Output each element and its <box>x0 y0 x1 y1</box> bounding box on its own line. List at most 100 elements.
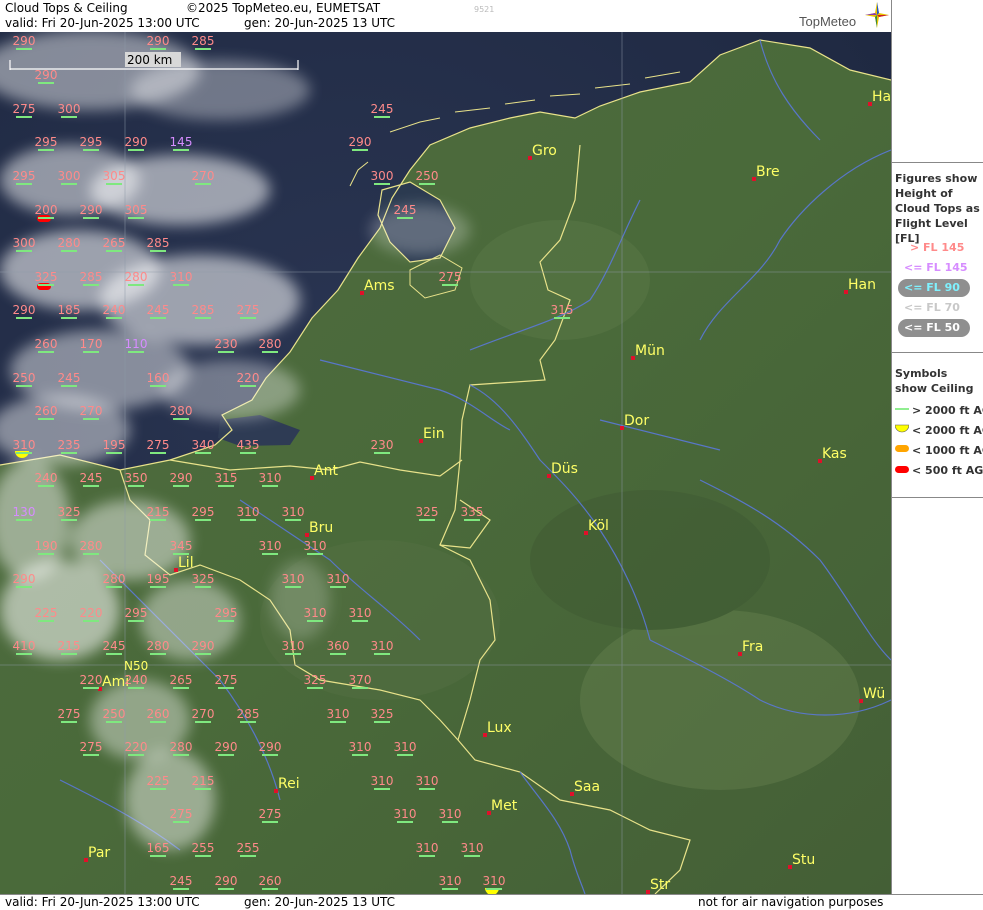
city-kas[interactable]: Kas <box>818 446 847 463</box>
cloud-top-value: 250 <box>416 169 438 185</box>
city-label: Bru <box>309 520 333 536</box>
city-wü[interactable]: Wü <box>859 686 885 703</box>
cloud-top-value: 345 <box>170 539 192 555</box>
cloud-top-value: 110 <box>125 337 148 353</box>
city-par[interactable]: Par <box>84 845 110 862</box>
cloud-top-value: 275 <box>13 102 35 118</box>
flight-level-label: 255 <box>192 841 215 855</box>
city-bru[interactable]: Bru <box>305 520 333 537</box>
copyright-text: ©2025 TopMeteo.eu, EUMETSAT <box>186 1 381 15</box>
flight-level-label: 315 <box>215 471 238 485</box>
flight-level-label: 110 <box>125 337 148 351</box>
flight-level-label: 300 <box>371 169 394 183</box>
flight-level-label: 280 <box>103 572 126 586</box>
city-rei[interactable]: Rei <box>274 776 300 793</box>
cloud-top-value: 255 <box>237 841 259 857</box>
cloud-top-value: 310 <box>349 606 371 622</box>
flight-level-label: 310 <box>237 505 260 519</box>
flight-level-label: 310 <box>259 539 282 553</box>
flight-level-label: 275 <box>259 807 282 821</box>
cloud-top-value: 275 <box>80 740 102 756</box>
city-han[interactable]: Han <box>844 277 876 294</box>
city-köl[interactable]: Köl <box>584 518 609 535</box>
cloud-top-value: 275 <box>215 673 237 689</box>
city-gro[interactable]: Gro <box>528 143 557 160</box>
flight-level-label: 310 <box>371 639 394 653</box>
city-label: Lil <box>178 555 194 571</box>
flight-level-label: 170 <box>80 337 103 351</box>
flight-level-label: 260 <box>35 404 58 418</box>
city-saa[interactable]: Saa <box>570 779 600 796</box>
flight-level-label: 220 <box>80 606 103 620</box>
cloud-top-value: 195 <box>147 572 169 588</box>
cloud-top-value: 260 <box>259 874 281 890</box>
flight-level-label: 245 <box>371 102 394 116</box>
satellite-map[interactable]: 200 km N50 Gro Bre Ha Ams Han Mün Dor Ein Kas Ant… <box>0 32 891 894</box>
cloud-top-value: 290 <box>13 34 36 50</box>
cloud-top-value: 305 <box>103 169 125 185</box>
cloud-top-value: 280 <box>170 404 192 420</box>
cloud-top-value: 310 <box>349 740 371 756</box>
cloud-top-value: 240 <box>103 303 125 319</box>
city-label: Ein <box>423 426 445 442</box>
cloud-top-value: 285 <box>192 303 214 319</box>
flight-level-label: 225 <box>147 774 170 788</box>
flight-level-label: 325 <box>304 673 327 687</box>
city-met[interactable]: Met <box>487 798 518 815</box>
flight-level-label: 285 <box>237 707 260 721</box>
city-düs[interactable]: Düs <box>547 461 578 478</box>
city-stu[interactable]: Stu <box>788 852 815 869</box>
flight-level-label: 310 <box>439 807 462 821</box>
city-dor[interactable]: Dor <box>620 413 649 430</box>
flight-level-label: 285 <box>192 34 215 48</box>
flight-level-label: 350 <box>125 471 148 485</box>
flight-level-label: 245 <box>147 303 170 317</box>
cloud-top-value: 230 <box>371 438 393 454</box>
city-lux[interactable]: Lux <box>483 720 512 737</box>
flight-level-label: 225 <box>35 606 58 620</box>
city-str[interactable]: Str <box>646 877 670 894</box>
city-bre[interactable]: Bre <box>752 164 780 181</box>
city-ant[interactable]: Ant <box>310 463 338 480</box>
city-fra[interactable]: Fra <box>738 639 763 656</box>
flight-level-label: 290 <box>13 34 36 48</box>
flight-level-label: 435 <box>237 438 260 452</box>
flight-level-label: 290 <box>80 203 103 217</box>
topmeteo-logo[interactable]: TopMeteo <box>799 2 891 32</box>
flight-level-label: 260 <box>35 337 58 351</box>
flight-level-label: 245 <box>58 371 81 385</box>
cloud-top-value: 295 <box>80 135 102 151</box>
cloud-top-value: 285 <box>237 707 260 723</box>
cloud-top-value: 315 <box>551 303 573 319</box>
flight-level-label: 410 <box>13 639 36 653</box>
cloud-top-value: 245 <box>170 874 192 890</box>
flight-level-label: 275 <box>170 807 193 821</box>
flight-level-label: 220 <box>80 673 103 687</box>
legend-ceiling-below-1000: < 1000 ft AGL <box>912 444 983 457</box>
city-ha[interactable]: Ha <box>868 89 891 106</box>
cloud-top-value: 290 <box>125 135 148 151</box>
cloud-top-value: 310 <box>483 874 505 890</box>
legend-fl-145: <= FL 145 <box>904 261 968 274</box>
flight-level-label: 290 <box>125 135 148 149</box>
cloud-top-value: 290 <box>349 135 371 151</box>
cloud-top-value: 290 <box>35 68 57 84</box>
cloud-top-value: 220 <box>237 371 259 387</box>
city-label: Han <box>848 277 876 293</box>
city-mün[interactable]: Mün <box>631 343 665 360</box>
cloud-top-value: 290 <box>147 34 169 50</box>
cloud-top-value: 245 <box>58 371 81 387</box>
cloud-top-value: 260 <box>35 337 58 353</box>
city-ein[interactable]: Ein <box>419 426 445 443</box>
cloud-top-value: 245 <box>371 102 394 118</box>
city-label: Wü <box>863 686 885 702</box>
cloud-top-value: 285 <box>147 236 169 252</box>
flight-level-label: 295 <box>35 135 58 149</box>
cloud-top-value: 310 <box>439 807 462 823</box>
cloud-top-value: 280 <box>80 539 102 555</box>
cloud-top-value: 350 <box>125 471 148 487</box>
cloud-top-value: 295 <box>192 505 214 521</box>
cloud-top-value: 290 <box>170 471 192 487</box>
city-ams[interactable]: Ams <box>360 278 395 295</box>
flight-level-label: 220 <box>125 740 148 754</box>
